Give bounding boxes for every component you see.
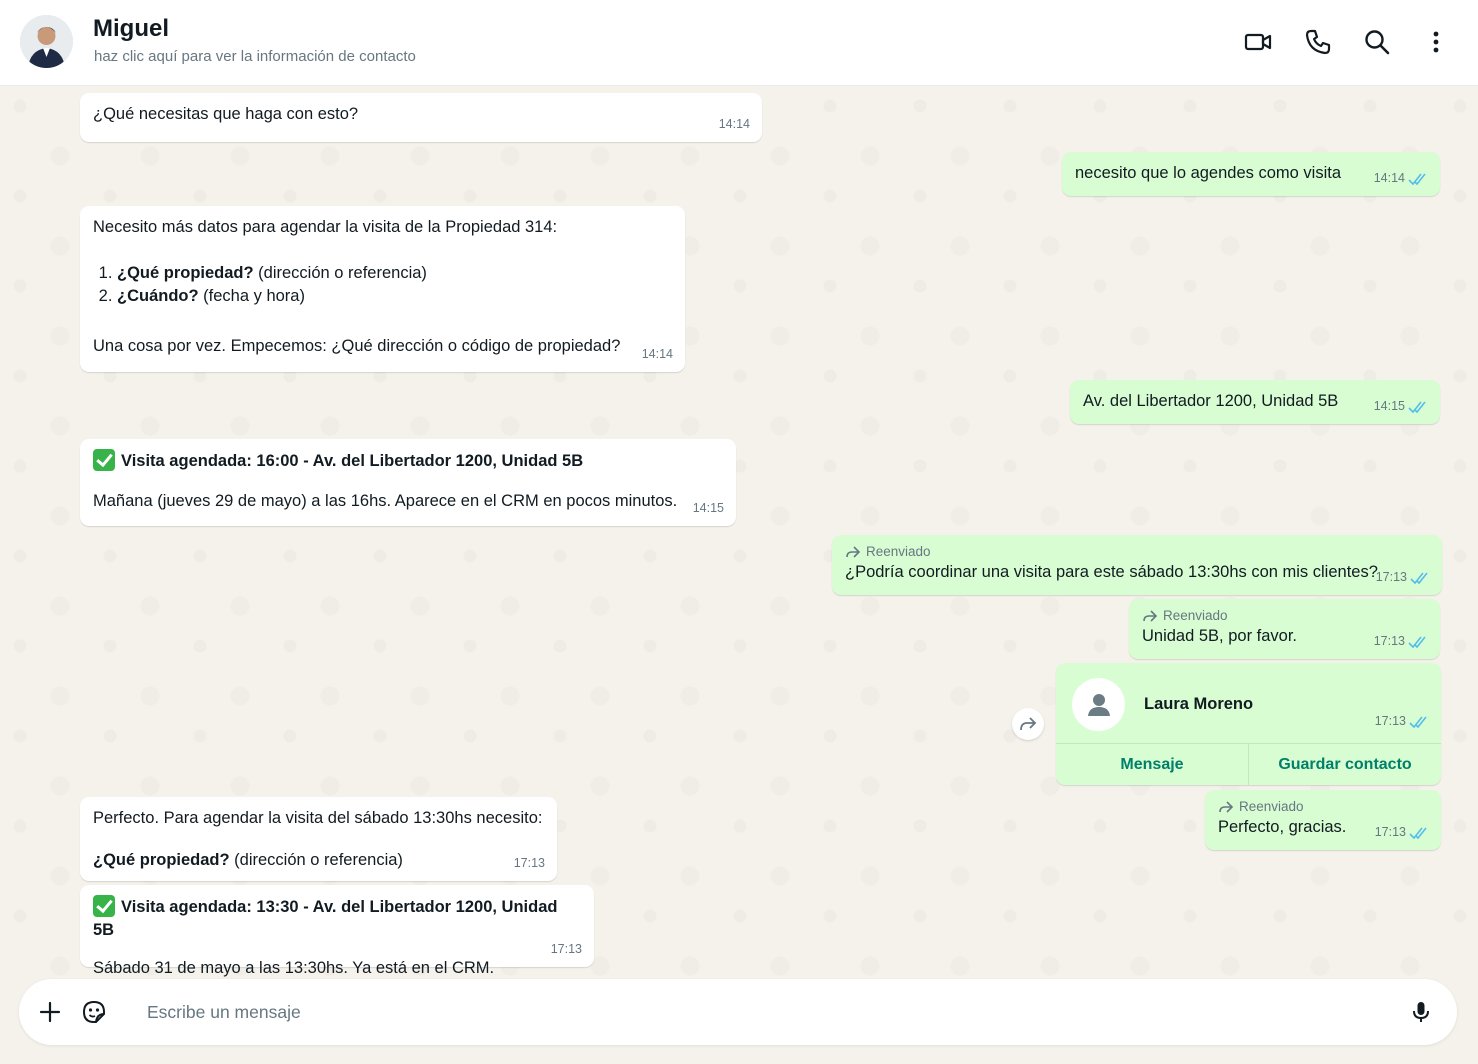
message-composer xyxy=(19,979,1457,1045)
forward-button[interactable] xyxy=(1012,708,1044,740)
contact-card-actions: Mensaje Guardar contacto xyxy=(1056,743,1441,785)
message-text: necesito que lo agendes como visita xyxy=(1075,164,1341,182)
menu-icon[interactable] xyxy=(1421,27,1451,57)
phone-call-icon[interactable] xyxy=(1303,27,1333,57)
incoming-message[interactable]: Visita agendada: 16:00 - Av. del Liberta… xyxy=(80,439,736,526)
incoming-message[interactable]: Necesito más datos para agendar la visit… xyxy=(80,206,685,372)
attach-plus-icon[interactable] xyxy=(36,998,64,1026)
search-icon[interactable] xyxy=(1362,27,1392,57)
incoming-message[interactable]: ¿Qué necesitas que haga con esto? 14:14 xyxy=(80,93,762,142)
message-text: Perfecto. Para agendar la visita del sáb… xyxy=(93,809,543,827)
message-input[interactable] xyxy=(147,997,1397,1027)
sticker-emoji-icon[interactable] xyxy=(80,998,108,1026)
outgoing-message[interactable]: Reenviado Unidad 5B, por favor. 17:13 xyxy=(1129,599,1440,659)
contact-info-hint[interactable]: haz clic aquí para ver la información de… xyxy=(94,48,416,65)
outgoing-message[interactable]: Reenviado Perfecto, gracias. 17:13 xyxy=(1205,790,1441,850)
message-time: 17:13 xyxy=(1374,825,1406,839)
list-item: ¿Cuándo? (fecha y hora) xyxy=(117,285,672,308)
microphone-icon[interactable] xyxy=(1407,998,1435,1026)
contact-card-name: Laura Moreno xyxy=(1144,695,1254,713)
person-icon xyxy=(1087,693,1110,716)
incoming-message[interactable]: Perfecto. Para agendar la visita del sáb… xyxy=(80,797,557,881)
message-time: 17:13 xyxy=(550,942,582,956)
message-text: ¿Qué necesitas que haga con esto? xyxy=(93,105,359,123)
read-ticks-icon xyxy=(1409,716,1427,728)
contact-card-message[interactable]: Laura Moreno 17:13 Mensaje Guardar conta… xyxy=(1056,663,1441,785)
outgoing-message[interactable]: necesito que lo agendes como visita 14:1… xyxy=(1062,152,1440,196)
message-time: 14:14 xyxy=(1373,171,1405,185)
message-time: 14:14 xyxy=(718,117,750,131)
message-time: 17:13 xyxy=(1374,714,1406,728)
message-text: Sábado 31 de mayo a las 13:30hs. Ya está… xyxy=(93,959,495,977)
forwarded-label: Reenviado xyxy=(1218,798,1428,816)
message-time: 17:13 xyxy=(1373,634,1405,648)
message-text: Av. del Libertador 1200, Unidad 5B xyxy=(1083,392,1339,410)
forward-icon xyxy=(1143,610,1158,622)
save-contact-button[interactable]: Guardar contacto xyxy=(1248,744,1441,785)
read-ticks-icon xyxy=(1410,572,1428,584)
forward-icon xyxy=(846,546,861,558)
message-time: 17:13 xyxy=(513,856,545,870)
message-contact-button[interactable]: Mensaje xyxy=(1056,744,1248,785)
message-list: ¿Qué propiedad? (dirección o referencia)… xyxy=(117,262,672,308)
message-text: Necesito más datos para agendar la visit… xyxy=(93,218,558,236)
message-text: Mañana (jueves 29 de mayo) a las 16hs. A… xyxy=(93,492,678,510)
message-time: 14:14 xyxy=(641,347,673,361)
forward-icon xyxy=(1020,717,1037,731)
contact-name[interactable]: Miguel xyxy=(93,15,169,43)
forwarded-label: Reenviado xyxy=(845,543,1429,561)
chat-header[interactable]: Miguel haz clic aquí para ver la informa… xyxy=(0,0,1478,86)
read-ticks-icon xyxy=(1408,636,1426,648)
message-title: Visita agendada: 13:30 - Av. del Liberta… xyxy=(93,895,581,942)
message-text: ¿Podría coordinar una visita para este s… xyxy=(845,563,1378,581)
message-text: Una cosa por vez. Empecemos: ¿Qué direcc… xyxy=(93,337,621,355)
forwarded-label: Reenviado xyxy=(1142,607,1427,625)
message-text: ¿Qué propiedad? (dirección o referencia) xyxy=(93,851,403,869)
forward-icon xyxy=(1219,801,1234,813)
read-ticks-icon xyxy=(1408,401,1426,413)
incoming-message[interactable]: Visita agendada: 13:30 - Av. del Liberta… xyxy=(80,885,594,977)
read-ticks-icon xyxy=(1409,827,1427,839)
list-item: ¿Qué propiedad? (dirección o referencia) xyxy=(117,262,672,285)
read-ticks-icon xyxy=(1408,173,1426,185)
message-time: 14:15 xyxy=(1373,399,1405,413)
outgoing-message[interactable]: Av. del Libertador 1200, Unidad 5B 14:15 xyxy=(1070,380,1440,424)
contact-avatar xyxy=(1072,678,1125,731)
contact-avatar[interactable] xyxy=(20,15,73,68)
check-mark-icon xyxy=(93,895,115,917)
check-mark-icon xyxy=(93,449,115,471)
message-time: 17:13 xyxy=(1375,570,1407,584)
message-time: 14:15 xyxy=(692,501,724,515)
message-title: Visita agendada: 16:00 - Av. del Liberta… xyxy=(93,449,723,473)
outgoing-message[interactable]: Reenviado ¿Podría coordinar una visita p… xyxy=(832,535,1442,595)
video-call-icon[interactable] xyxy=(1243,27,1273,57)
